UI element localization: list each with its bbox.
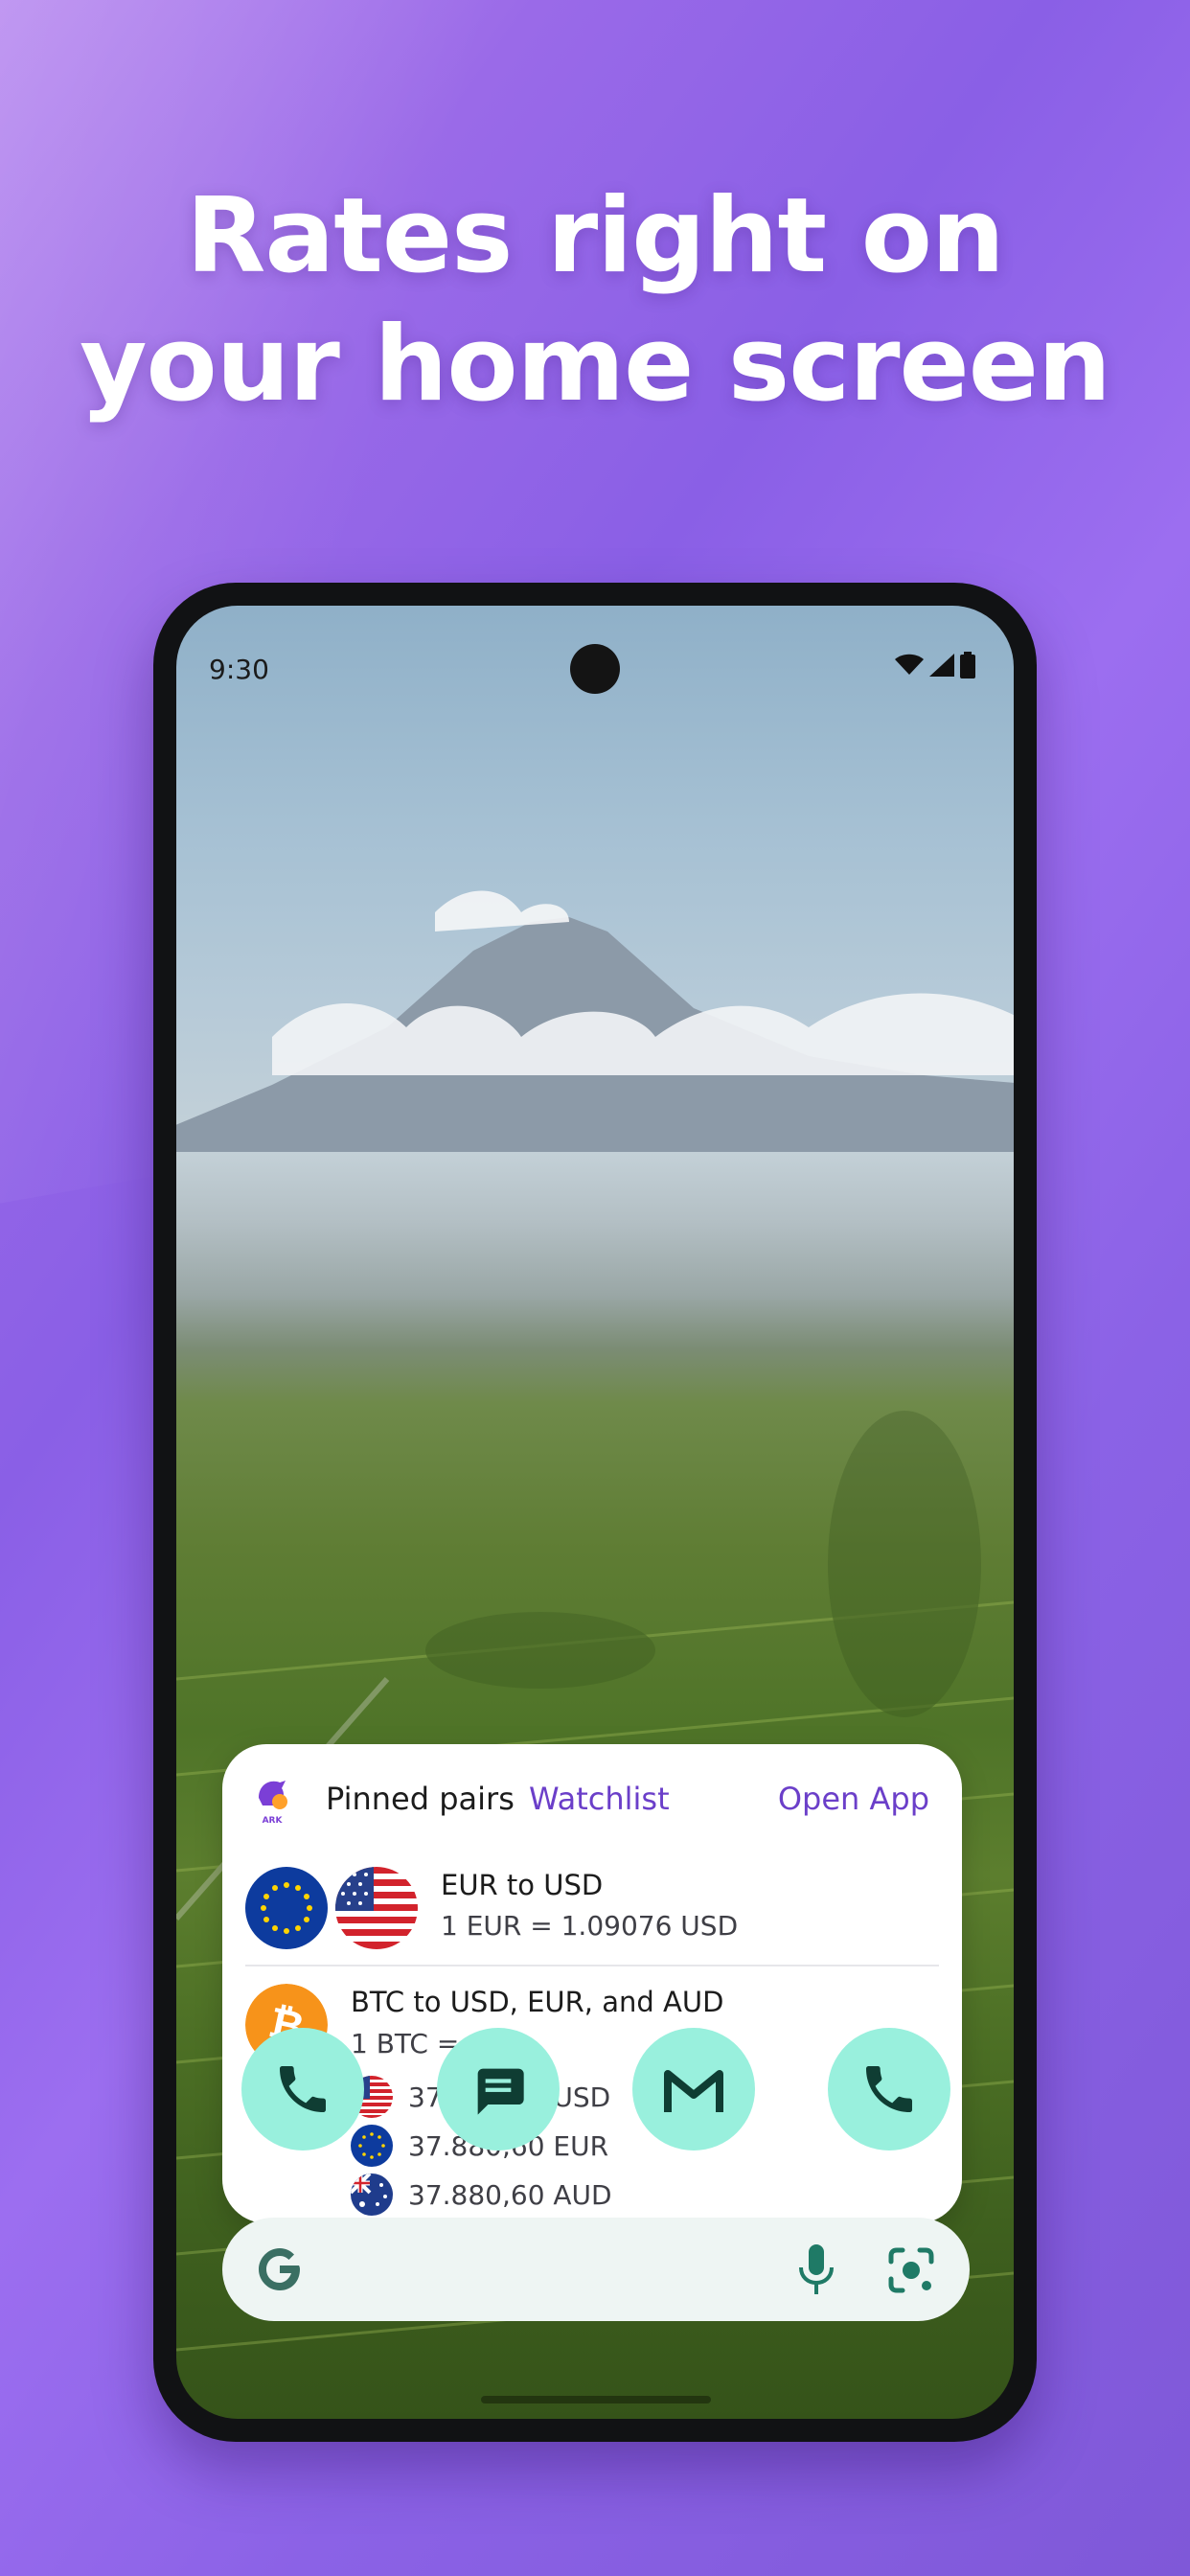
headline: Rates right on your home screen (0, 172, 1190, 429)
watchlist-tab[interactable]: Watchlist (529, 1781, 670, 1817)
au-flag-icon (351, 2174, 393, 2216)
phone-icon (866, 2066, 912, 2112)
status-bar: 9:30 (176, 606, 1014, 694)
status-time: 9:30 (209, 654, 269, 685)
google-g-icon (259, 2248, 300, 2290)
widget-header: ARK Pinned pairs Watchlist Open App (222, 1744, 962, 1840)
pair2-title: BTC to USD, EUR, and AUD (351, 1986, 724, 2018)
app-logo-text: ARK (263, 1816, 284, 1825)
gmail-icon (664, 2070, 723, 2112)
battery-icon (960, 652, 975, 678)
open-app-button[interactable]: Open App (778, 1781, 929, 1817)
signal-icon (929, 654, 954, 677)
pair1-rate: 1 EUR = 1.09076 USD (441, 1910, 739, 1942)
status-icons (895, 652, 975, 678)
home-screen: 9:30 ARK Pinned pairs Watchlist Open App (176, 606, 1014, 2419)
app-logo-icon: ARK (259, 1781, 287, 1825)
pair1-title: EUR to USD (441, 1869, 604, 1901)
us-flag-icon (335, 1867, 418, 1949)
headline-line-1: Rates right on (186, 176, 1005, 296)
widget-title: Pinned pairs (326, 1781, 515, 1817)
messages-icon (477, 2068, 524, 2115)
messages-app-button[interactable] (437, 2028, 560, 2150)
google-search-bar[interactable] (222, 2218, 970, 2321)
divider (245, 1965, 939, 1966)
phone-frame: 9:30 ARK Pinned pairs Watchlist Open App (153, 583, 1037, 2442)
wallpaper-mountain (176, 890, 1014, 1152)
headline-line-2: your home screen (80, 305, 1111, 425)
phone-app-button[interactable] (241, 2028, 364, 2150)
eu-flag-icon (245, 1867, 328, 1949)
wifi-icon (895, 654, 924, 675)
lens-camera-icon[interactable] (885, 2244, 937, 2296)
conversion-aud: 37.880,60 AUD (408, 2178, 612, 2211)
phone-app-button-2[interactable] (828, 2028, 950, 2150)
home-indicator[interactable] (481, 2396, 711, 2404)
gmail-app-button[interactable] (632, 2028, 755, 2150)
app-dock (176, 2028, 1014, 2152)
phone-icon (280, 2066, 326, 2112)
microphone-icon[interactable] (797, 2242, 835, 2296)
conversion-row-aud: 37.880,60 AUD (351, 2174, 612, 2216)
front-camera (570, 644, 620, 694)
